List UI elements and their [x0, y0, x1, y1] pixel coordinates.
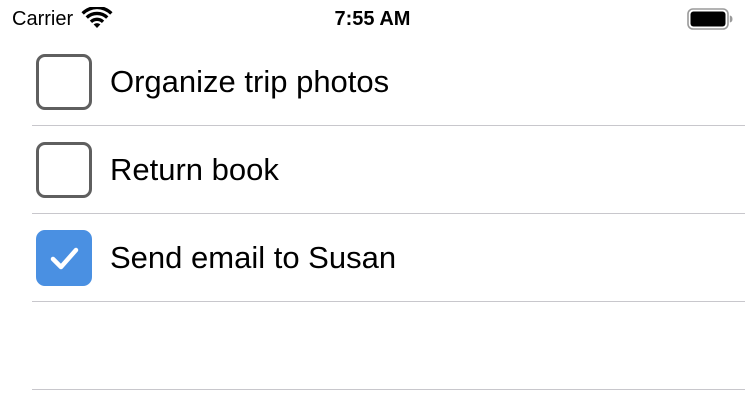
empty-row	[32, 302, 745, 390]
checkbox-checked[interactable]	[36, 229, 92, 286]
checkbox-unchecked[interactable]	[36, 141, 92, 198]
battery-full-icon	[687, 8, 733, 30]
todo-label: Organize trip photos	[110, 63, 390, 99]
todo-row[interactable]: Return book	[32, 126, 745, 214]
status-time: 7:55 AM	[334, 8, 411, 30]
todo-label: Send email to Susan	[110, 239, 397, 275]
status-bar: Carrier 7:55 AM	[0, 0, 745, 38]
todo-row[interactable]: Organize trip photos	[32, 38, 745, 126]
app-screen: Carrier 7:55 AM Organize trip photos Ret…	[0, 0, 745, 415]
checkbox-unchecked[interactable]	[36, 53, 92, 110]
todo-label: Return book	[110, 151, 279, 187]
todo-row[interactable]: Send email to Susan	[32, 214, 745, 302]
checkmark-icon	[50, 247, 79, 269]
todo-list: Organize trip photos Return book Send em…	[0, 38, 745, 390]
